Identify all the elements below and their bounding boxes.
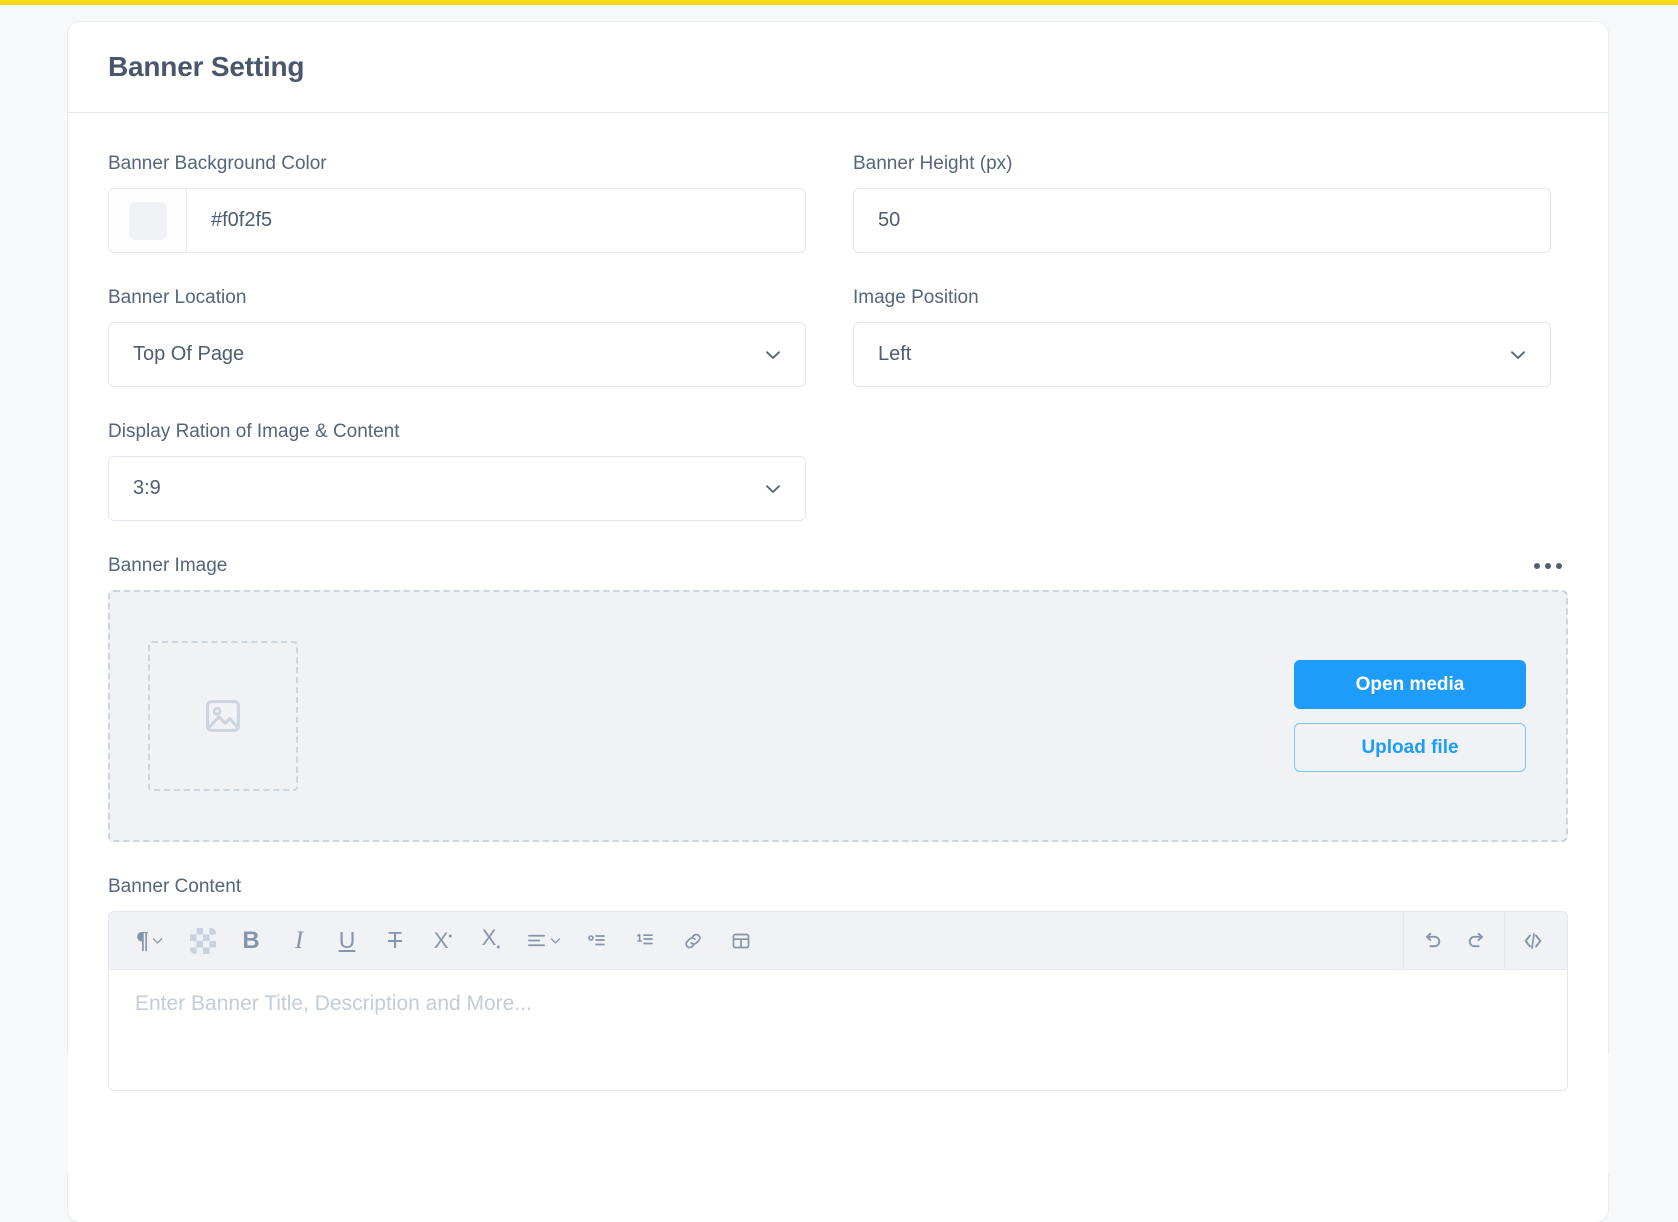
banner-image-actions: Open media Upload file (1294, 660, 1526, 772)
field-banner-image: Banner Image Open media Upload file (108, 555, 1568, 842)
label-banner-content: Banner Content (108, 876, 242, 897)
banner-setting-card: Banner Setting Banner Background Color #… (68, 22, 1608, 1222)
display-ratio-value: 3:9 (133, 477, 161, 499)
strikethrough-icon[interactable]: T (373, 919, 417, 963)
rich-text-editor: ¶ B I U T X• X• Enter Banner Title, Desc… (108, 911, 1568, 1091)
checkerboard-swatch (190, 927, 216, 954)
banner-content-textarea[interactable]: Enter Banner Title, Description and More… (109, 970, 1567, 1090)
subscript-glyph: X• (481, 925, 501, 954)
card-header: Banner Setting (68, 22, 1608, 113)
editor-toolbar-right-group (1397, 912, 1567, 969)
dot (1556, 563, 1562, 569)
card-body: Banner Background Color #f0f2f5 Banner H… (68, 113, 1608, 1091)
align-icon[interactable] (517, 919, 571, 963)
bold-icon[interactable]: B (229, 919, 273, 963)
unordered-list-icon[interactable] (575, 919, 619, 963)
underline-icon[interactable]: U (325, 919, 369, 963)
page-gutter-right (1608, 1054, 1678, 1174)
color-swatch-button[interactable] (109, 189, 187, 252)
superscript-icon[interactable]: X• (421, 919, 465, 963)
form-row-2: Banner Location Top Of Page Image Positi… (108, 287, 1568, 421)
form-col-right-1: Banner Height (px) 50 (853, 153, 1551, 287)
strikethrough-glyph: T (387, 927, 403, 953)
label-image-position: Image Position (853, 287, 979, 308)
banner-background-color-input-group[interactable]: #f0f2f5 (108, 188, 806, 253)
chevron-down-icon (763, 345, 783, 365)
insert-link-icon[interactable] (671, 919, 715, 963)
form-col-left-2: Banner Location Top Of Page (108, 287, 806, 421)
code-view-icon[interactable] (1511, 919, 1555, 963)
banner-location-select[interactable]: Top Of Page (108, 322, 806, 387)
image-position-select[interactable]: Left (853, 322, 1551, 387)
page-gutter-left (0, 1054, 68, 1174)
display-ratio-select[interactable]: 3:9 (108, 456, 806, 521)
form-row-1: Banner Background Color #f0f2f5 Banner H… (108, 153, 1568, 287)
ordered-list-icon[interactable] (623, 919, 667, 963)
label-banner-background-color: Banner Background Color (108, 153, 327, 174)
chevron-down-icon (151, 934, 164, 947)
field-display-ratio: Display Ration of Image & Content 3:9 (108, 421, 806, 521)
field-banner-content: Banner Content ¶ B I U T X• X• Enter Ban… (108, 876, 1568, 1091)
label-display-ratio: Display Ration of Image & Content (108, 421, 400, 442)
page-loading-bar (0, 0, 1678, 5)
dot (1545, 563, 1551, 569)
italic-icon[interactable]: I (277, 919, 321, 963)
form-col-right-2: Image Position Left (853, 287, 1551, 421)
field-image-position: Image Position Left (853, 287, 1551, 387)
field-banner-location: Banner Location Top Of Page (108, 287, 806, 387)
label-banner-location: Banner Location (108, 287, 247, 308)
page-background: Banner Setting Banner Background Color #… (0, 0, 1678, 1222)
toolbar-divider (1403, 912, 1404, 969)
italic-glyph: I (294, 927, 304, 954)
chevron-down-icon (549, 934, 562, 947)
form-row-3: Display Ration of Image & Content 3:9 (108, 421, 1568, 555)
label-banner-height: Banner Height (px) (853, 153, 1013, 174)
field-banner-background-color: Banner Background Color #f0f2f5 (108, 153, 806, 253)
subscript-icon[interactable]: X• (469, 919, 513, 963)
chevron-down-icon (763, 479, 783, 499)
dot (1534, 563, 1540, 569)
underline-glyph: U (338, 927, 356, 953)
background-color-icon[interactable] (181, 919, 225, 963)
banner-background-color-value[interactable]: #f0f2f5 (187, 189, 805, 252)
chevron-down-icon (1508, 345, 1528, 365)
toolbar-divider (1504, 912, 1505, 969)
image-icon (202, 695, 244, 737)
label-banner-image: Banner Image (108, 555, 228, 576)
editor-toolbar-left-group: ¶ B I U T X• X• (109, 919, 763, 963)
superscript-glyph: X• (433, 927, 453, 953)
form-col-right-3 (853, 421, 1551, 555)
form-col-left-3: Display Ration of Image & Content 3:9 (108, 421, 806, 555)
paragraph-format-icon[interactable]: ¶ (123, 919, 177, 963)
image-position-value: Left (878, 343, 912, 365)
open-media-button[interactable]: Open media (1294, 660, 1526, 709)
undo-icon[interactable] (1410, 919, 1454, 963)
banner-height-input[interactable]: 50 (853, 188, 1551, 253)
editor-toolbar: ¶ B I U T X• X• (109, 912, 1567, 970)
banner-image-dropzone[interactable]: Open media Upload file (108, 590, 1568, 842)
field-banner-height: Banner Height (px) 50 (853, 153, 1551, 253)
banner-image-preview-placeholder (148, 641, 298, 791)
ellipsis-icon[interactable] (1528, 555, 1568, 577)
pilcrow-glyph: ¶ (136, 927, 149, 954)
page-title: Banner Setting (108, 51, 305, 82)
insert-table-icon[interactable] (719, 919, 763, 963)
banner-location-value: Top Of Page (133, 343, 245, 365)
color-swatch (128, 201, 167, 240)
bold-glyph: B (242, 926, 260, 954)
banner-image-header: Banner Image (108, 555, 1568, 577)
form-col-left-1: Banner Background Color #f0f2f5 (108, 153, 806, 287)
redo-icon[interactable] (1454, 919, 1498, 963)
upload-file-button[interactable]: Upload file (1294, 723, 1526, 772)
